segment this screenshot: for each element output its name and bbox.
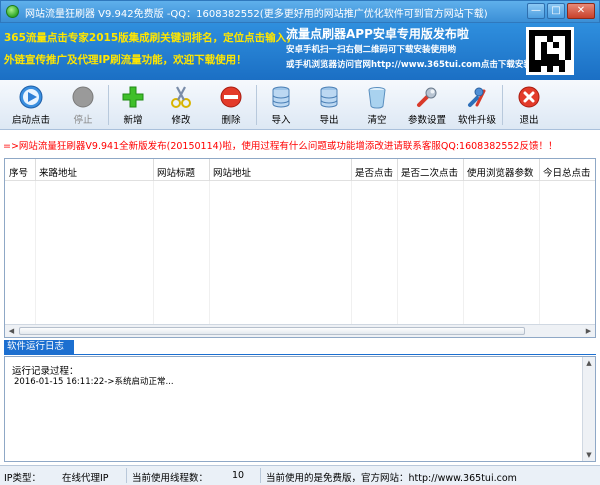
delete-button[interactable]: 删除 [208,83,254,127]
qr-code-icon [526,27,574,75]
wrench-icon [417,87,437,107]
start-click-label: 启动点击 [11,115,50,126]
toolbar-divider [256,85,257,125]
export-button[interactable]: 导出 [306,83,352,127]
grid-line [539,181,540,326]
banner-left-promo: 365流量点击专家2015版集成刷关键词排名，定位点击输入， 外链宣传推广及代理… [4,27,297,71]
column-divider[interactable] [397,159,398,181]
toolbar-divider [108,85,109,125]
stop-label: 停止 [73,115,93,126]
column-header[interactable]: 使用浏览器参数 [467,165,534,179]
grid-line [209,181,210,326]
column-header[interactable]: 序号 [9,165,28,179]
ip-type-label: IP类型： [4,473,42,484]
import-button[interactable]: 导入 [258,83,304,127]
play-icon [19,85,43,109]
column-header[interactable]: 是否二次点击 [401,165,458,179]
start-click-button[interactable]: 启动点击 [8,83,54,127]
scroll-right-icon[interactable]: ▶ [582,325,595,337]
log-tab-underline [4,354,596,355]
horizontal-scrollbar[interactable]: ◀ ▶ [5,324,595,337]
grid-line [351,181,352,326]
scissors-icon [171,86,191,108]
clear-button[interactable]: 清空 [354,83,400,127]
no-entry-icon [220,86,242,108]
announcement-marquee: =>网站流量狂刷器V9.941全新版发布(20150114)啦，使用过程有什么问… [0,131,600,157]
banner-left-line-2: 外链宣传推广及代理IP刷流量功能，欢迎下载使用！ [4,54,247,66]
column-divider[interactable] [351,159,352,181]
stop-icon [72,86,94,108]
scroll-left-icon[interactable]: ◀ [5,325,18,337]
log-entry: 2016-01-15 16:11:22->系统启动正常... [14,377,174,387]
column-header[interactable]: 网站标题 [157,165,195,179]
promo-banner[interactable]: 365流量点击专家2015版集成刷关键词排名，定位点击输入， 外链宣传推广及代理… [0,23,600,80]
add-label: 新增 [123,115,143,126]
grid-line [397,181,398,326]
edit-button[interactable]: 修改 [158,83,204,127]
scroll-down-icon[interactable]: ▼ [583,449,595,461]
thread-count-label: 当前使用线程数： [132,473,209,484]
exit-button[interactable]: 退出 [506,83,552,127]
vertical-scrollbar[interactable]: ▲ ▼ [582,357,595,461]
column-divider[interactable] [463,159,464,181]
banner-right-title: 流量点刷器APP安卓专用版发布啦 [286,27,469,41]
column-divider[interactable] [209,159,210,181]
trash-bin-icon [368,87,386,109]
column-divider[interactable] [153,159,154,181]
database-import-icon [272,86,290,108]
column-header[interactable]: 是否点击 [355,165,393,179]
status-divider [126,468,127,483]
column-divider[interactable] [539,159,540,181]
grid-line [463,181,464,326]
ip-type-value: 在线代理IP [62,473,109,484]
table-header: 序号 来路地址 网站标题 网站地址 是否点击 是否二次点击 使用浏览器参数 今日… [5,159,595,181]
title-bar: 网站流量狂刷器 V9.942免费版 -QQ：1608382552(更多更好用的网… [0,0,600,23]
upgrade-label: 软件升级 [457,115,496,126]
scroll-up-icon[interactable]: ▲ [583,357,595,369]
settings-button[interactable]: 参数设置 [404,83,450,127]
minimize-button[interactable]: — [527,3,545,19]
banner-right-line-1: 安卓手机扫一扫右侧二维码可下载安装使用哟 [286,45,457,55]
tools-icon [468,87,486,107]
window-controls: — □ ✕ [527,3,595,19]
exit-label: 退出 [519,115,539,126]
column-header[interactable]: 今日总点击 [543,165,591,179]
delete-label: 删除 [221,115,241,126]
grid-line [35,181,36,326]
maximize-button[interactable]: □ [547,3,565,19]
add-button[interactable]: 新增 [110,83,156,127]
toolbar-divider [502,85,503,125]
close-circle-icon [518,86,540,108]
window-title: 网站流量狂刷器 V9.942免费版 -QQ：1608382552(更多更好用的网… [25,9,488,20]
banner-right-line-2: 或手机浏览器访问官网http://www.365tui.com点击下载安装 [286,60,532,70]
thread-count-value: 10 [232,470,245,481]
column-header[interactable]: 来路地址 [39,165,77,179]
scrollbar-thumb[interactable] [19,327,525,335]
app-globe-icon [6,5,19,18]
toolbar: 启动点击 停止 新增 修改 删除 导入 导出 清空 参数设置 软件升级 退出 [0,80,600,130]
clear-label: 清空 [367,115,387,126]
status-divider [260,468,261,483]
column-header[interactable]: 网站地址 [213,165,251,179]
upgrade-button[interactable]: 软件升级 [454,83,500,127]
column-divider[interactable] [35,159,36,181]
edit-label: 修改 [171,115,191,126]
log-tab[interactable]: 软件运行日志 [4,340,74,354]
announcement-text: =>网站流量狂刷器V9.941全新版发布(20150114)啦，使用过程有什么问… [3,141,558,152]
database-export-icon [320,86,338,108]
grid-line [153,181,154,326]
stop-button[interactable]: 停止 [60,83,106,127]
import-label: 导入 [271,115,291,126]
task-table[interactable]: 序号 来路地址 网站标题 网站地址 是否点击 是否二次点击 使用浏览器参数 今日… [4,158,596,338]
status-bar: IP类型： 在线代理IP 当前使用线程数： 10 当前使用的是免费版，官方网站：… [0,465,600,485]
version-info: 当前使用的是免费版，官方网站：http://www.365tui.com [266,473,517,484]
settings-label: 参数设置 [407,115,446,126]
banner-right-promo: 流量点刷器APP安卓专用版发布啦 安卓手机扫一扫右侧二维码可下载安装使用哟 或手… [286,25,532,73]
log-panel[interactable]: 运行记录过程： 2016-01-15 16:11:22->系统启动正常... ▲… [4,356,596,462]
close-button[interactable]: ✕ [567,3,595,19]
banner-left-line-1: 365流量点击专家2015版集成刷关键词排名，定位点击输入， [4,32,297,44]
export-label: 导出 [319,115,339,126]
plus-icon [122,86,144,108]
